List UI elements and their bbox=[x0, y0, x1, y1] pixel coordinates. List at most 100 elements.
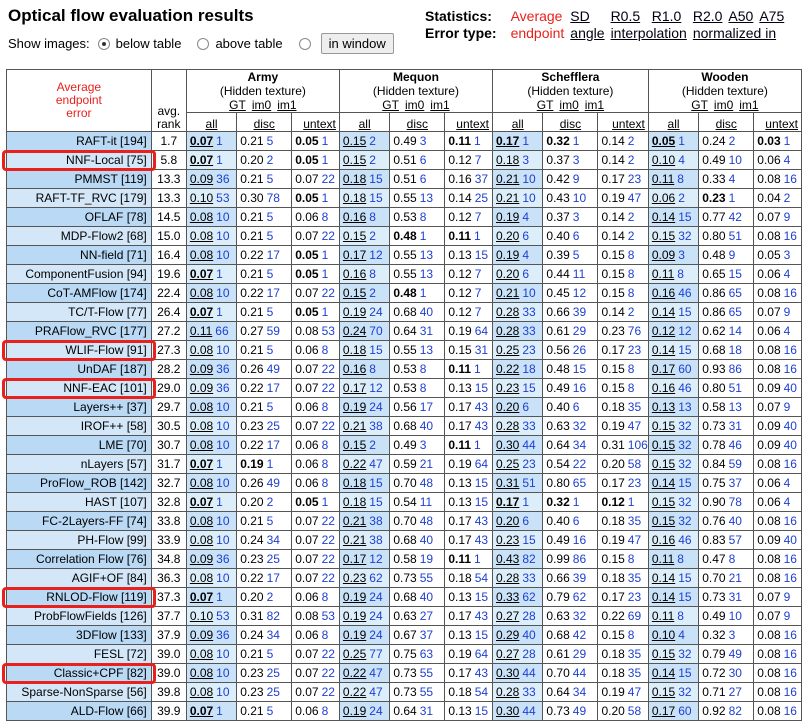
table-row[interactable]: CoT-AMFlow [174] 22.4 0.08 10 0.22 17 0.07 22 0.… bbox=[6, 283, 802, 303]
dataset-link-im1[interactable]: im1 bbox=[430, 98, 449, 112]
table-row[interactable]: ALD-Flow [66] 39.9 0.07 1 0.21 5 0.06 8 0.19 24 0.… bbox=[6, 701, 802, 721]
table-row[interactable]: ProbFlowFields [126] 37.7 0.10 53 0.31 82 0.08… bbox=[6, 606, 802, 626]
err-normalized[interactable]: normalized in bbox=[693, 25, 776, 41]
method-name[interactable]: Sparse-NonSparse [56] bbox=[6, 682, 152, 702]
table-row[interactable]: LME [70] 30.7 0.08 10 0.22 17 0.06 8 0.15 2 0.49 3 0… bbox=[6, 435, 802, 455]
column-header-untext[interactable]: untext bbox=[597, 112, 649, 132]
method-name[interactable]: PMMST [119] bbox=[6, 169, 152, 189]
stat-a50[interactable]: A50 bbox=[728, 8, 753, 24]
table-row[interactable]: nLayers [57] 31.7 0.07 1 0.19 1 0.06 8 0.22 47 0.5… bbox=[6, 454, 802, 474]
err-angle[interactable]: angle bbox=[570, 25, 604, 41]
column-header-label[interactable]: all bbox=[206, 117, 218, 131]
method-name[interactable]: TC/T-Flow [77] bbox=[6, 302, 152, 322]
method-name[interactable]: LME [70] bbox=[6, 435, 152, 455]
radio-above-table[interactable] bbox=[197, 37, 210, 50]
column-header-untext[interactable]: untext bbox=[291, 112, 340, 132]
method-column-header[interactable]: Average endpoint error bbox=[6, 69, 152, 132]
column-header-all[interactable]: all bbox=[491, 112, 544, 132]
table-row[interactable]: NN-field [71] 16.4 0.08 10 0.22 17 0.05 1 0.17 12… bbox=[6, 245, 802, 265]
method-name[interactable]: AGIF+OF [84] bbox=[6, 568, 152, 588]
method-name[interactable]: PRAFlow_RVC [177] bbox=[6, 321, 152, 341]
method-name[interactable]: ProFlow_ROB [142] bbox=[6, 473, 152, 493]
column-header-label[interactable]: disc bbox=[407, 117, 428, 131]
table-row[interactable]: HAST [107] 32.8 0.07 1 0.20 2 0.05 1 0.18 15 0.54 1… bbox=[6, 492, 802, 512]
table-row[interactable]: PRAFlow_RVC [177] 27.2 0.11 66 0.27 59 0.08 53 0… bbox=[6, 321, 802, 341]
table-row[interactable]: RAFT-it [194] 1.7 0.07 1 0.21 5 0.05 1 0.15 2 0.49… bbox=[6, 131, 802, 151]
method-name[interactable]: ComponentFusion [94] bbox=[6, 264, 152, 284]
column-header-all[interactable]: all bbox=[338, 112, 391, 132]
column-header-untext[interactable]: untext bbox=[753, 112, 802, 132]
dataset-link-gt[interactable]: GT bbox=[229, 98, 246, 112]
table-row[interactable]: FESL [72] 39.0 0.08 10 0.21 5 0.07 22 0.25 77 0.75… bbox=[6, 644, 802, 664]
column-header-label[interactable]: disc bbox=[254, 117, 275, 131]
method-name[interactable]: Layers++ [37] bbox=[6, 397, 152, 417]
table-row[interactable]: Correlation Flow [76] 34.8 0.09 36 0.23 25 0.0… bbox=[6, 549, 802, 569]
method-name[interactable]: RAFT-TF_RVC [179] bbox=[6, 188, 152, 208]
table-row[interactable]: ComponentFusion [94] 19.6 0.07 1 0.21 5 0.05 1 0… bbox=[6, 264, 802, 284]
table-row[interactable]: ProFlow_ROB [142] 32.7 0.08 10 0.26 49 0.06 8 0.… bbox=[6, 473, 802, 493]
method-name[interactable]: OFLAF [78] bbox=[6, 207, 152, 227]
in-window-button[interactable]: in window bbox=[320, 33, 394, 54]
radio-below-table[interactable] bbox=[97, 37, 110, 50]
dataset-link-im0[interactable]: im0 bbox=[252, 98, 271, 112]
table-row[interactable]: MDP-Flow2 [68] 15.0 0.08 10 0.21 5 0.07 22 0.15 2… bbox=[6, 226, 802, 246]
method-name[interactable]: RAFT-it [194] bbox=[6, 131, 152, 151]
dataset-link-im1[interactable]: im1 bbox=[277, 98, 296, 112]
stat-r20[interactable]: R2.0 bbox=[693, 8, 723, 24]
method-name[interactable]: ALD-Flow [66] bbox=[6, 701, 152, 721]
column-header-untext[interactable]: untext bbox=[444, 112, 493, 132]
method-name[interactable]: HAST [107] bbox=[6, 492, 152, 512]
method-name[interactable]: CoT-AMFlow [174] bbox=[6, 283, 152, 303]
table-row[interactable]: TC/T-Flow [77] 26.4 0.07 1 0.21 5 0.05 1 0.19 24 0… bbox=[6, 302, 802, 322]
stat-average[interactable]: Average bbox=[511, 8, 571, 25]
column-header-disc[interactable]: disc bbox=[698, 112, 755, 132]
column-header-disc[interactable]: disc bbox=[542, 112, 599, 132]
dataset-link-im1[interactable]: im1 bbox=[585, 98, 604, 112]
radio-above-table-label[interactable]: above table bbox=[215, 36, 282, 51]
column-header-label[interactable]: untext bbox=[303, 117, 336, 131]
table-row[interactable]: PMMST [119] 13.3 0.09 36 0.21 5 0.07 22 0.18 15 0.… bbox=[6, 169, 802, 189]
stat-r05[interactable]: R0.5 bbox=[611, 8, 641, 24]
column-header-label[interactable]: all bbox=[359, 117, 371, 131]
method-name[interactable]: MDP-Flow2 [68] bbox=[6, 226, 152, 246]
method-name[interactable]: 3DFlow [133] bbox=[6, 625, 152, 645]
table-row[interactable]: UnDAF [187] 28.2 0.09 36 0.26 49 0.07 22 0.16 8 0.… bbox=[6, 359, 802, 379]
dataset-link-im0[interactable]: im0 bbox=[559, 98, 578, 112]
dataset-link-im0[interactable]: im0 bbox=[405, 98, 424, 112]
method-name[interactable]: FESL [72] bbox=[6, 644, 152, 664]
table-row[interactable]: Sparse-NonSparse [56] 39.8 0.08 10 0.23 25 0.0… bbox=[6, 682, 802, 702]
column-header-label[interactable]: all bbox=[512, 117, 524, 131]
table-row[interactable]: PH-Flow [99] 33.9 0.08 10 0.24 34 0.07 22 0.21 38… bbox=[6, 530, 802, 550]
err-endpoint[interactable]: endpoint bbox=[511, 25, 571, 42]
method-name[interactable]: PH-Flow [99] bbox=[6, 530, 152, 550]
column-header-label[interactable]: all bbox=[668, 117, 680, 131]
dataset-link-gt[interactable]: GT bbox=[691, 98, 708, 112]
column-header-label[interactable]: untext bbox=[612, 117, 645, 131]
column-header-all[interactable]: all bbox=[185, 112, 238, 132]
method-name[interactable]: ProbFlowFields [126] bbox=[6, 606, 152, 626]
table-row[interactable]: 3DFlow [133] 37.9 0.09 36 0.24 34 0.06 8 0.19 24 0… bbox=[6, 625, 802, 645]
column-header-disc[interactable]: disc bbox=[389, 112, 446, 132]
table-row[interactable]: AGIF+OF [84] 36.3 0.08 10 0.22 17 0.07 22 0.23 62… bbox=[6, 568, 802, 588]
stat-a75[interactable]: A75 bbox=[759, 8, 784, 24]
table-row[interactable]: RAFT-TF_RVC [179] 13.3 0.10 53 0.30 78 0.05 1 0.… bbox=[6, 188, 802, 208]
err-interpolation[interactable]: interpolation bbox=[611, 25, 687, 41]
method-name[interactable]: nLayers [57] bbox=[6, 454, 152, 474]
method-name[interactable]: FC-2Layers-FF [74] bbox=[6, 511, 152, 531]
column-header-label[interactable]: untext bbox=[765, 117, 798, 131]
method-name[interactable]: NN-field [71] bbox=[6, 245, 152, 265]
stat-sd[interactable]: SD bbox=[570, 8, 589, 24]
column-header-all[interactable]: all bbox=[647, 112, 700, 132]
table-row[interactable]: Layers++ [37] 29.7 0.08 10 0.21 5 0.06 8 0.19 24 0… bbox=[6, 397, 802, 417]
method-name[interactable]: IROF++ [58] bbox=[6, 416, 152, 436]
table-row[interactable]: FC-2Layers-FF [74] 33.8 0.08 10 0.21 5 0.07 22 0… bbox=[6, 511, 802, 531]
radio-below-table-label[interactable]: below table bbox=[116, 36, 182, 51]
column-header-label[interactable]: disc bbox=[560, 117, 581, 131]
table-row[interactable]: IROF++ [58] 30.5 0.08 10 0.23 25 0.07 22 0.21 38 0… bbox=[6, 416, 802, 436]
column-header-disc[interactable]: disc bbox=[236, 112, 293, 132]
dataset-link-im0[interactable]: im0 bbox=[714, 98, 733, 112]
column-header-label[interactable]: disc bbox=[716, 117, 737, 131]
column-header-label[interactable]: untext bbox=[456, 117, 489, 131]
dataset-link-gt[interactable]: GT bbox=[537, 98, 554, 112]
method-name[interactable]: UnDAF [187] bbox=[6, 359, 152, 379]
